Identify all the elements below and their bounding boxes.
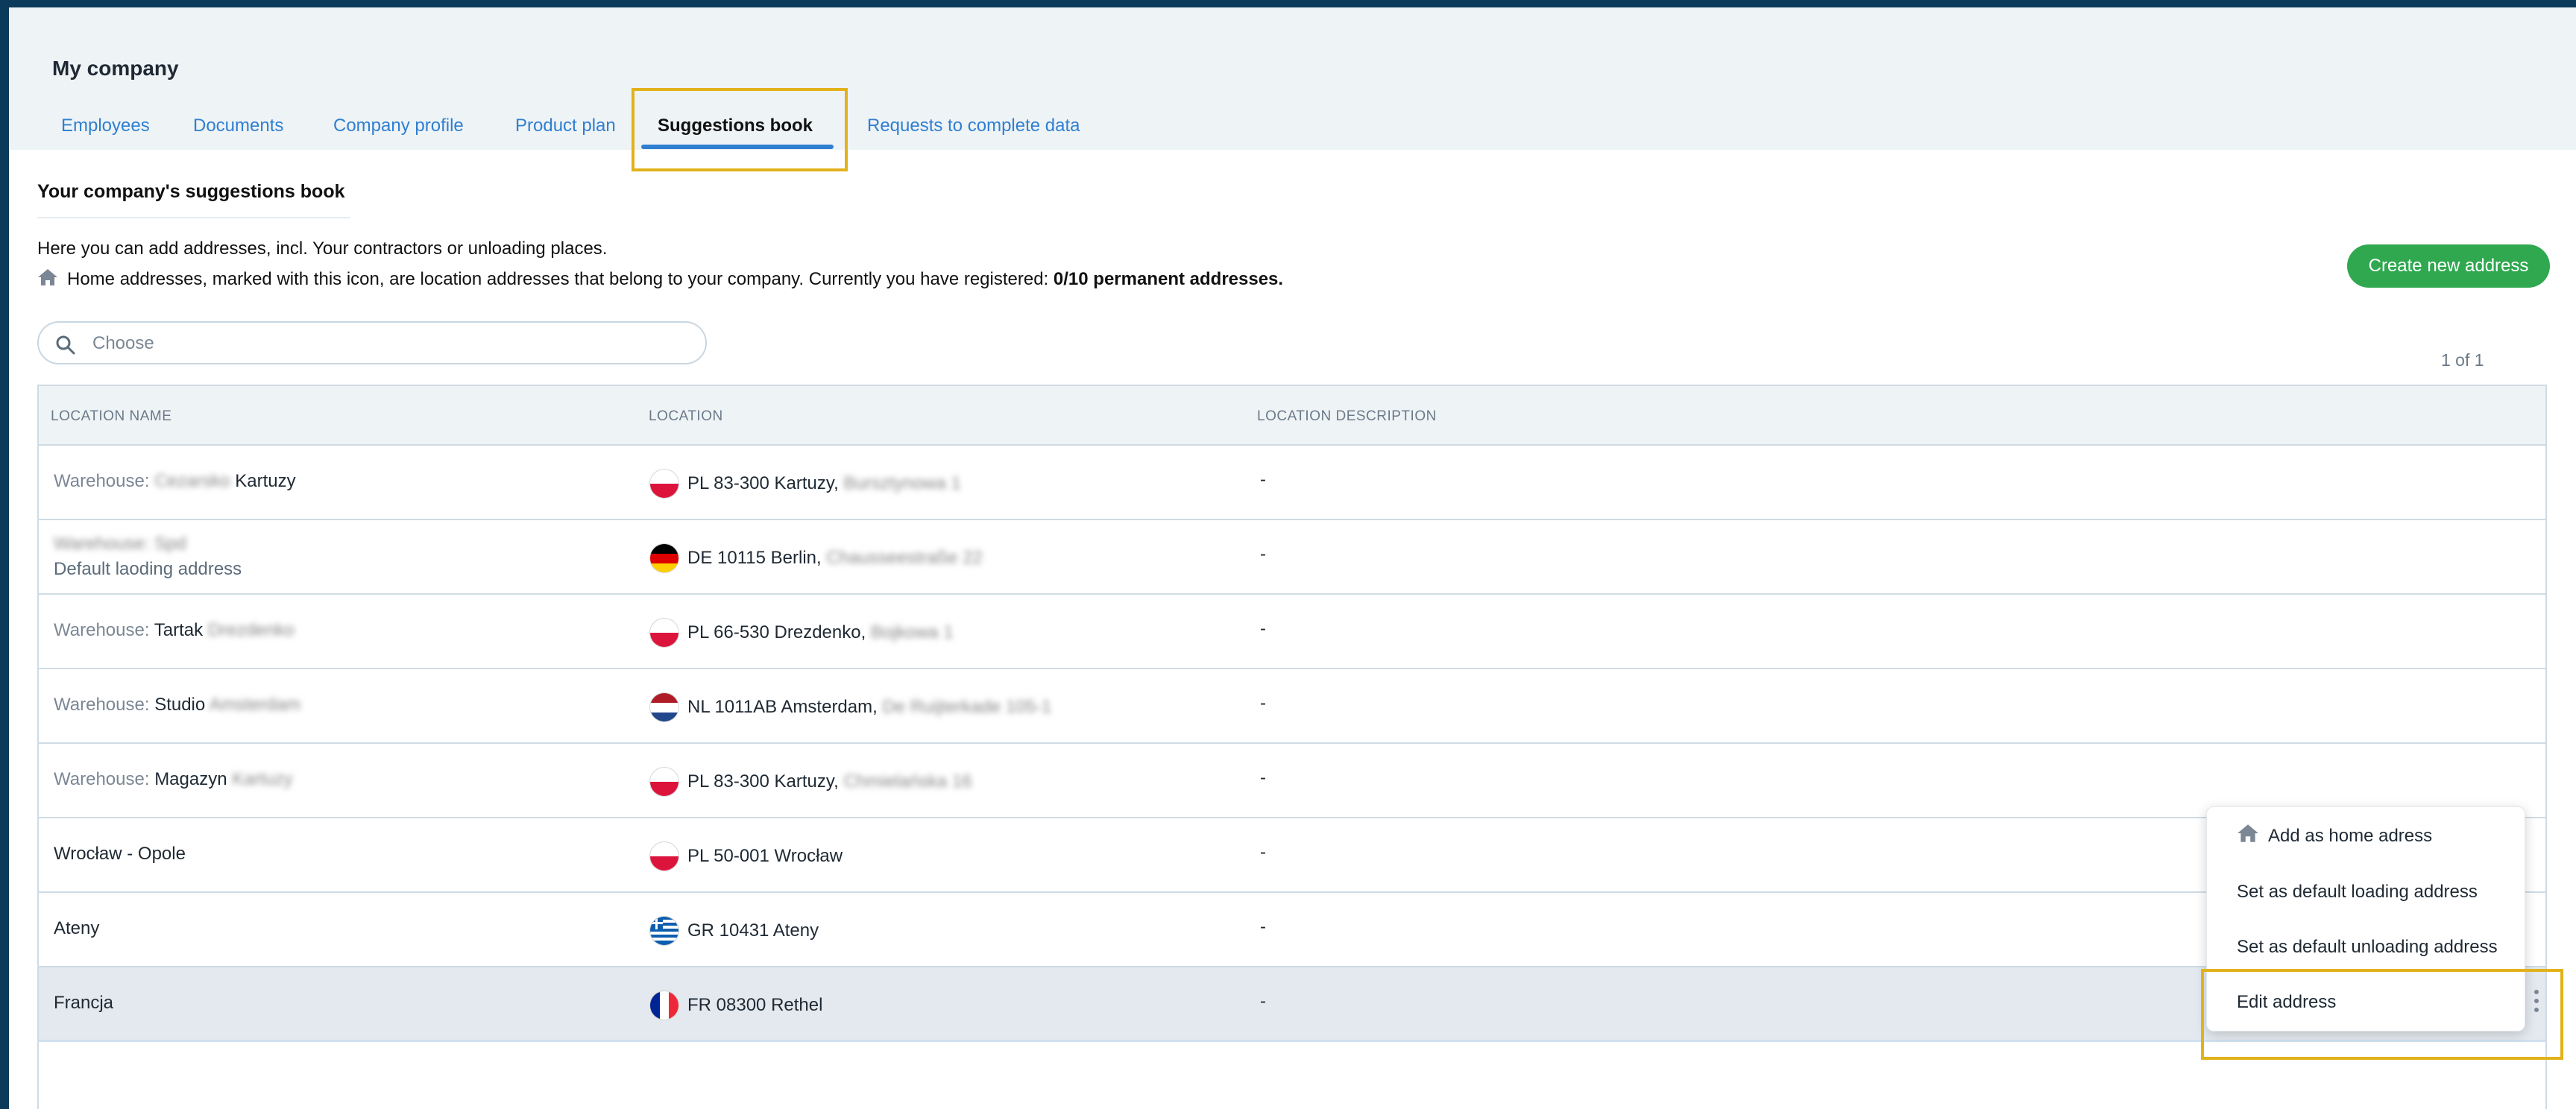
table-row[interactable]: Warehouse: Studio Amsterdam NL 1011AB Am…: [39, 669, 2545, 744]
header-area: My company Employees Documents Company p…: [9, 7, 2576, 150]
location-description: -: [1260, 544, 1266, 564]
tab-employees[interactable]: Employees: [61, 116, 150, 136]
location-cell: PL 83-300 Kartuzy, Bursztynowa 1: [650, 470, 961, 498]
section-title: Your company's suggestions book: [37, 181, 345, 202]
create-new-address-button[interactable]: Create new address: [2347, 244, 2550, 288]
home-address-info: Home addresses, marked with this icon, a…: [37, 268, 1283, 291]
flag-nl-icon: [650, 693, 678, 721]
location-description: -: [1260, 768, 1266, 788]
location-name: Warehouse: Cezarsko Kartuzy: [54, 471, 296, 491]
tab-highlight-box: [632, 88, 848, 171]
flag-pl-icon: [650, 470, 678, 498]
location-description: -: [1260, 991, 1266, 1011]
addresses-table: LOCATION NAME LOCATION LOCATION DESCRIPT…: [37, 385, 2547, 1109]
location-cell: DE 10115 Berlin, Chausseestraße 22: [650, 544, 983, 572]
table-header: LOCATION NAME LOCATION LOCATION DESCRIPT…: [39, 386, 2545, 446]
location-cell: PL 66-530 Drezdenko, Bojkowa 1: [650, 619, 954, 647]
home-icon: [2237, 824, 2259, 848]
location-name: Francja: [54, 993, 114, 1013]
tab-company-profile[interactable]: Company profile: [333, 116, 464, 136]
location-name: Ateny: [54, 918, 100, 938]
pagination-indicator: 1 of 1: [2441, 350, 2484, 370]
table-row[interactable]: Warehouse: Tartak Drezdenko PL 66-530 Dr…: [39, 595, 2545, 669]
table-row[interactable]: Warehouse: Magazyn Kartuzy PL 83-300 Kar…: [39, 744, 2545, 818]
menu-item-add-as-home-address[interactable]: Add as home adress: [2237, 824, 2432, 848]
app-frame: My company Employees Documents Company p…: [9, 7, 2576, 1109]
location-cell: PL 83-300 Kartuzy, Chmielańska 16: [650, 768, 972, 796]
flag-pl-icon: [650, 768, 678, 796]
home-icon: [37, 268, 58, 291]
flag-pl-icon: [650, 842, 678, 871]
menu-item-set-default-loading[interactable]: Set as default loading address: [2237, 882, 2478, 903]
location-name: Wrocław - Opole: [54, 844, 186, 864]
location-cell: GR 10431 Ateny: [650, 917, 819, 945]
table-row-selected[interactable]: Francja FR 08300 Rethel -: [39, 967, 2545, 1042]
location-name: Warehouse: Magazyn Kartuzy: [54, 769, 293, 789]
location-description: -: [1260, 470, 1266, 490]
section-divider: [37, 217, 350, 218]
permanent-address-count: 0/10 permanent addresses.: [1053, 269, 1284, 289]
location-name: Warehouse: Studio Amsterdam: [54, 695, 301, 715]
tab-product-plan[interactable]: Product plan: [515, 116, 616, 136]
location-name: Warehouse: Tartak Drezdenko: [54, 620, 295, 640]
column-header-location: LOCATION: [649, 408, 723, 424]
info-text: Here you can add addresses, incl. Your c…: [37, 238, 608, 259]
location-cell: NL 1011AB Amsterdam, De Ruijterkade 105-…: [650, 693, 1051, 721]
flag-de-icon: [650, 544, 678, 572]
location-description: -: [1260, 917, 1266, 937]
flag-pl-icon: [650, 619, 678, 647]
home-info-text: Home addresses, marked with this icon, a…: [67, 269, 1049, 289]
table-row[interactable]: Wrocław - Opole PL 50-001 Wrocław -: [39, 818, 2545, 893]
tab-requests-to-complete-data[interactable]: Requests to complete data: [867, 116, 1080, 136]
table-row[interactable]: Warehouse: Cezarsko Kartuzy PL 83-300 Ka…: [39, 446, 2545, 520]
location-description: -: [1260, 842, 1266, 862]
column-header-location-name: LOCATION NAME: [51, 408, 172, 424]
menu-highlight-box: [2201, 969, 2563, 1060]
search-input[interactable]: [91, 329, 690, 358]
location-name: Warehouse: Spd: [54, 534, 186, 554]
default-loading-label: Default laoding address: [54, 559, 242, 579]
location-description: -: [1260, 619, 1266, 639]
search-icon: [55, 335, 76, 359]
location-cell: FR 08300 Rethel: [650, 991, 822, 1020]
flag-fr-icon: [650, 991, 678, 1020]
flag-gr-icon: [650, 917, 678, 945]
menu-item-set-default-unloading[interactable]: Set as default unloading address: [2237, 937, 2498, 958]
tab-documents[interactable]: Documents: [193, 116, 283, 136]
table-row[interactable]: Warehouse: Spd Default laoding address D…: [39, 520, 2545, 595]
table-row[interactable]: Ateny GR 10431 Ateny -: [39, 893, 2545, 967]
page-title: My company: [52, 57, 179, 80]
location-description: -: [1260, 693, 1266, 713]
column-header-location-description: LOCATION DESCRIPTION: [1257, 408, 1437, 424]
location-cell: PL 50-001 Wrocław: [650, 842, 843, 871]
search-box: [37, 321, 707, 364]
